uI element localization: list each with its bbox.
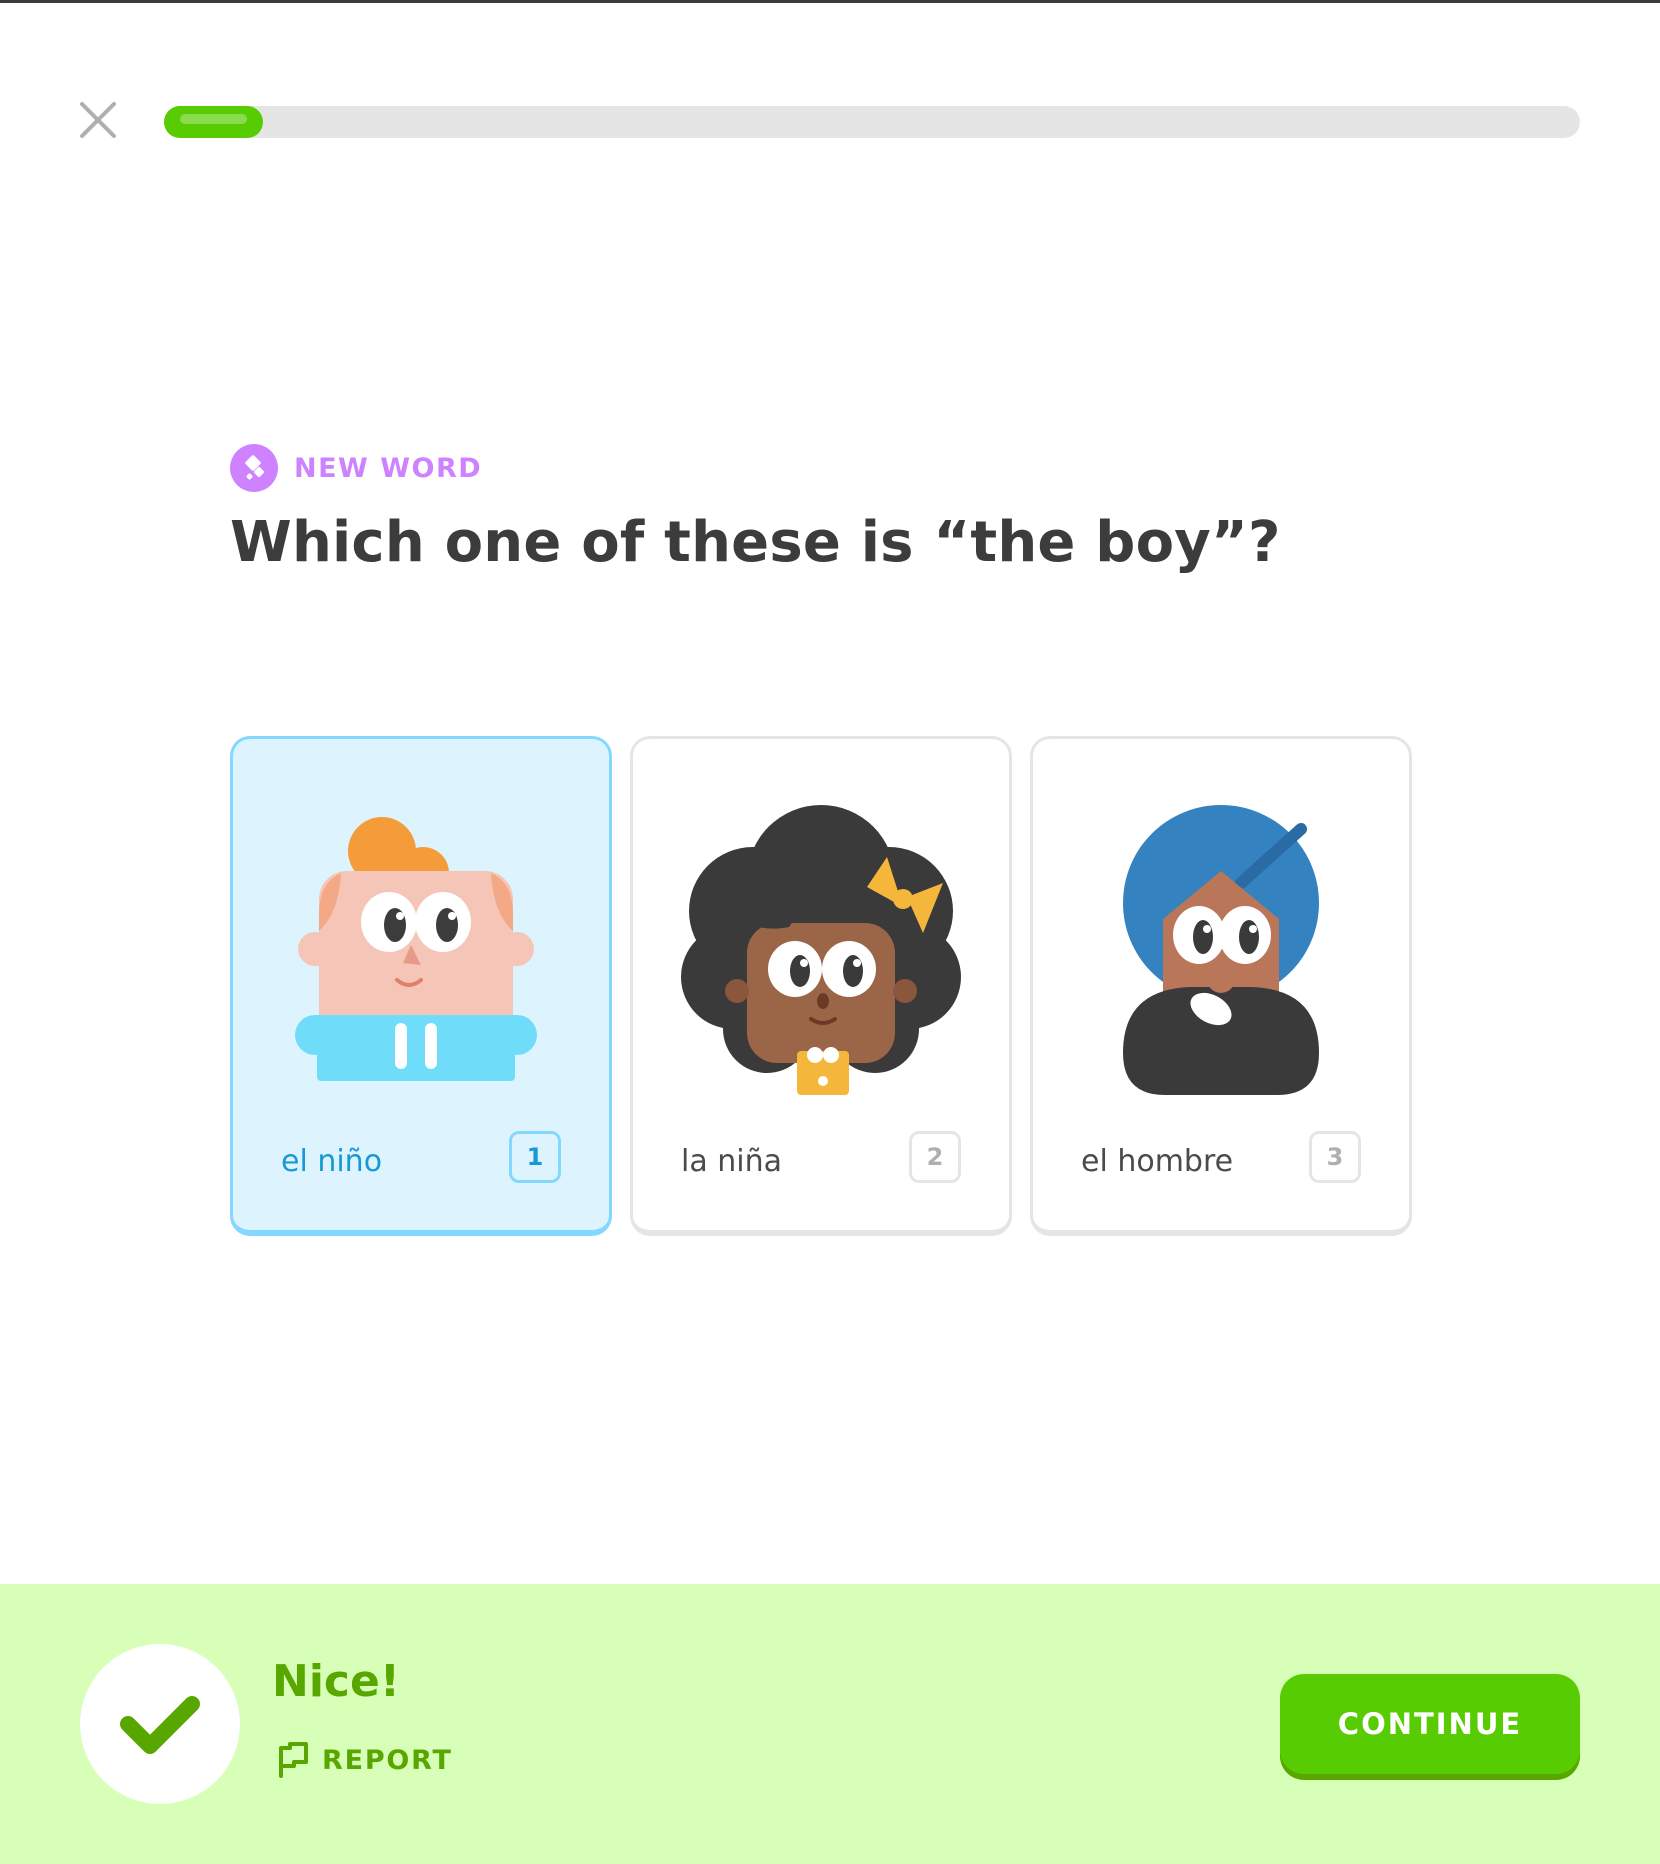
new-word-badge: NEW WORD <box>230 444 482 492</box>
man-character-image <box>1123 805 1319 1095</box>
new-word-label: NEW WORD <box>294 452 483 484</box>
result-title: Nice! <box>272 1656 400 1707</box>
choice-key-hint: 3 <box>1309 1131 1361 1183</box>
close-button[interactable] <box>76 98 120 142</box>
question-title: Which one of these is “the boy”? <box>230 510 1281 575</box>
result-status-circle <box>80 1644 240 1804</box>
girl-character-image <box>681 805 961 1095</box>
choice-label: el niño <box>281 1144 383 1179</box>
choice-key-hint: 1 <box>509 1131 561 1183</box>
result-footer: Nice! REPORT CONTINUE <box>0 1584 1660 1864</box>
choice-card-el-nino[interactable]: el niño 1 <box>230 736 612 1236</box>
new-word-icon <box>230 444 278 492</box>
continue-button[interactable]: CONTINUE <box>1280 1674 1580 1774</box>
checkmark-icon <box>120 1696 200 1754</box>
window-top-border <box>0 0 1660 3</box>
close-icon <box>80 102 116 138</box>
boy-character-image <box>295 817 537 1081</box>
report-button[interactable]: REPORT <box>276 1742 453 1778</box>
choice-label: el hombre <box>1081 1144 1234 1179</box>
choice-key-hint: 2 <box>909 1131 961 1183</box>
choice-list: el niño 1 la niña 2 el hombre 3 <box>230 736 1412 1236</box>
flag-icon <box>279 1742 308 1778</box>
progress-fill <box>164 106 263 138</box>
choice-card-el-hombre[interactable]: el hombre 3 <box>1030 736 1412 1236</box>
progress-shine <box>180 114 247 124</box>
choice-label: la niña <box>681 1144 783 1179</box>
lesson-progress-bar <box>164 106 1580 138</box>
choice-card-la-nina[interactable]: la niña 2 <box>630 736 1012 1236</box>
report-label: REPORT <box>322 1744 453 1776</box>
